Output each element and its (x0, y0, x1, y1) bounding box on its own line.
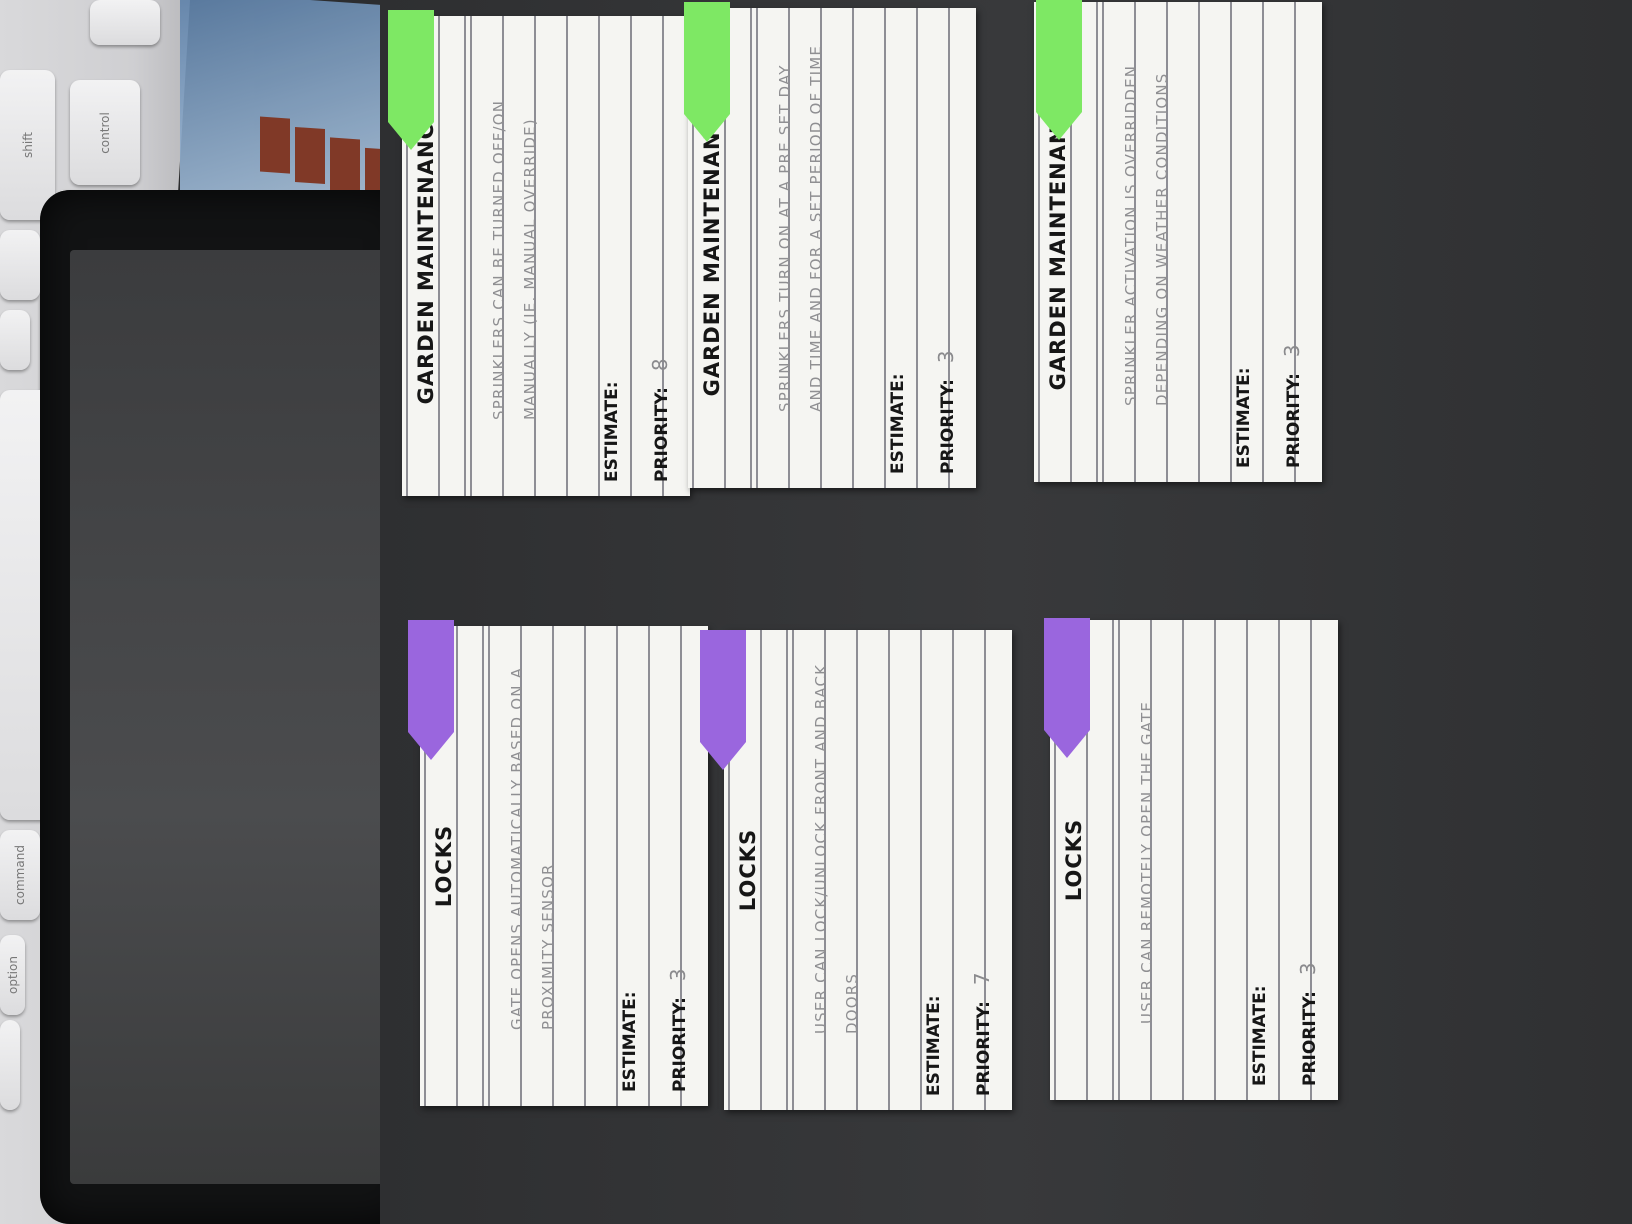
sticky-flag-green (388, 10, 434, 150)
keyboard-key-command: command (0, 830, 40, 920)
card-content: LOCKS GATE OPENS AUTOMATICALLY BASED ON … (420, 626, 708, 1106)
priority-label: PRIORITY: (652, 387, 672, 482)
card-estimate: ESTIMATE: (884, 363, 908, 474)
priority-label: PRIORITY: (974, 1001, 994, 1096)
card-priority: PRIORITY: 7 (970, 972, 994, 1096)
story-card-garden-2: GARDEN MAINTENANCE SPRINKLERS TURN ON AT… (688, 8, 976, 488)
card-content: LOCKS USER CAN LOCK/UNLOCK FRONT AND BAC… (724, 630, 1012, 1110)
card-description: USER CAN REMOTELY OPEN THE GATE (1138, 700, 1156, 1024)
card-description: SPRINKLERS TURN ON AT A PRE SET DAY AND … (776, 44, 825, 412)
story-card-locks-2: LOCKS USER CAN LOCK/UNLOCK FRONT AND BAC… (724, 630, 1012, 1110)
tablet (40, 190, 410, 1224)
estimate-label: ESTIMATE: (620, 991, 640, 1092)
priority-value: 8 (648, 358, 672, 372)
priority-value: 3 (1296, 962, 1320, 976)
estimate-label: ESTIMATE: (1250, 985, 1270, 1086)
priority-value: 3 (1280, 344, 1304, 358)
card-description: SPRINKLERS CAN BE TURNED OFF/ON MANUALLY… (490, 99, 539, 420)
card-description: USER CAN LOCK/UNLOCK FRONT AND BACK DOOR… (812, 663, 861, 1034)
card-estimate: ESTIMATE: (1246, 975, 1270, 1086)
story-card-locks-1: LOCKS GATE OPENS AUTOMATICALLY BASED ON … (420, 626, 708, 1106)
story-card-garden-1: GARDEN MAINTENANCE SPRINKLERS CAN BE TUR… (402, 16, 690, 496)
keyboard-key (0, 310, 30, 370)
card-description: GATE OPENS AUTOMATICALLY BASED ON A PROX… (508, 666, 557, 1030)
card-priority: PRIORITY: 3 (934, 350, 958, 474)
priority-value: 3 (666, 968, 690, 982)
keyboard-key (0, 230, 40, 300)
estimate-label: ESTIMATE: (1234, 367, 1254, 468)
card-priority: PRIORITY: 3 (1280, 344, 1304, 468)
priority-label: PRIORITY: (938, 379, 958, 474)
card-estimate: ESTIMATE: (598, 371, 622, 482)
estimate-label: ESTIMATE: (888, 373, 908, 474)
sticky-flag-purple (700, 630, 746, 770)
card-estimate: ESTIMATE: (616, 981, 640, 1092)
card-estimate: ESTIMATE: (1230, 357, 1254, 468)
priority-value: 7 (970, 972, 994, 986)
card-description: SPRINKLER ACTIVATION IS OVERRIDDEN DEPEN… (1122, 64, 1171, 406)
card-content: LOCKS USER CAN REMOTELY OPEN THE GATE ES… (1050, 620, 1338, 1100)
priority-value: 3 (934, 350, 958, 364)
estimate-label: ESTIMATE: (602, 381, 622, 482)
sticky-flag-purple (408, 620, 454, 760)
card-content: GARDEN MAINTENANCE SPRINKLERS CAN BE TUR… (402, 16, 690, 496)
card-priority: PRIORITY: 3 (1296, 962, 1320, 1086)
sticky-flag-green (684, 2, 730, 142)
card-priority: PRIORITY: 3 (666, 968, 690, 1092)
story-card-locks-3: LOCKS USER CAN REMOTELY OPEN THE GATE ES… (1050, 620, 1338, 1100)
tablet-screen (70, 250, 390, 1184)
priority-label: PRIORITY: (670, 997, 690, 1092)
card-content: GARDEN MAINTENANCE SPRINKLERS TURN ON AT… (688, 8, 976, 488)
sticky-flag-purple (1044, 618, 1090, 758)
keyboard-key-option: option (0, 935, 25, 1015)
estimate-label: ESTIMATE: (924, 995, 944, 1096)
priority-label: PRIORITY: (1284, 373, 1304, 468)
keyboard-key (0, 1020, 20, 1110)
keyboard-key-shift: shift (0, 70, 55, 220)
card-estimate: ESTIMATE: (920, 985, 944, 1096)
sticky-flag-green (1036, 0, 1082, 140)
card-priority: PRIORITY: 8 (648, 358, 672, 482)
priority-label: PRIORITY: (1300, 991, 1320, 1086)
keyboard-key (90, 0, 160, 45)
keyboard-key-control: control (70, 80, 140, 185)
